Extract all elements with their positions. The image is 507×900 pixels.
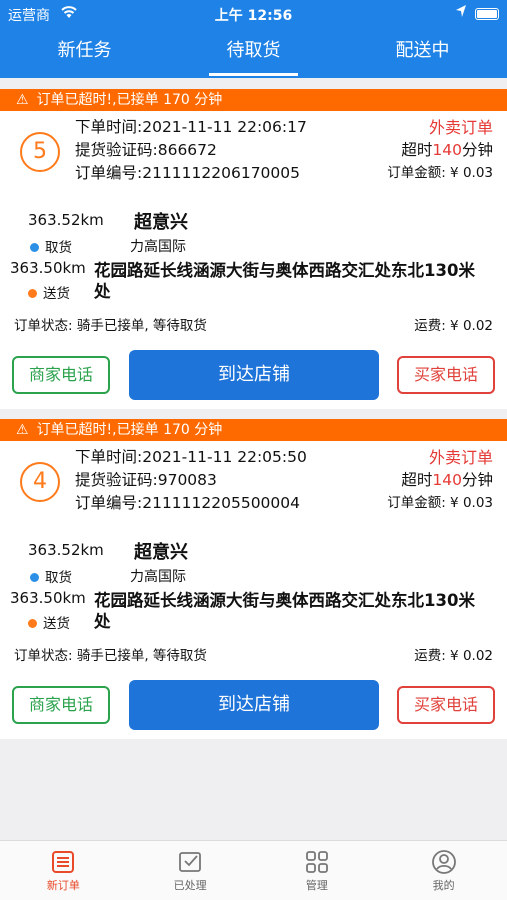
- nav-label: 我的: [432, 879, 455, 892]
- pickup-code: 提货验证码:970083: [75, 471, 217, 489]
- pickup-dot-icon: [30, 243, 39, 252]
- order-status: 订单状态: 骑手已接单, 等待取货: [14, 318, 207, 334]
- nav-manage[interactable]: 管理: [254, 841, 381, 900]
- order-amount: 订单金额: ¥ 0.03: [387, 165, 493, 181]
- deliver-distance: 363.50km: [10, 589, 86, 607]
- tab-pending-pickup[interactable]: 待取货: [169, 28, 338, 78]
- arrive-store-button[interactable]: 到达店铺: [129, 350, 379, 400]
- pickup-code: 提货验证码:866672: [75, 141, 217, 159]
- arrive-store-button[interactable]: 到达店铺: [129, 680, 379, 730]
- order-card: ⚠ 订单已超时!,已接单 170 分钟 4 下单时间:2021-11-11 22:…: [0, 419, 507, 739]
- alert-text: 订单已超时!,已接单 170 分钟: [36, 92, 223, 108]
- overtime-alert: ⚠ 订单已超时!,已接单 170 分钟: [0, 419, 507, 441]
- buyer-phone-button[interactable]: 买家电话: [397, 356, 495, 394]
- nav-mine[interactable]: 我的: [380, 841, 507, 900]
- location-arrow-icon: [455, 4, 467, 22]
- deliver-address: 花园路延长线涵源大街与奥体西路交汇处东北130米处: [94, 261, 475, 301]
- nav-label: 管理: [305, 879, 328, 892]
- pickup-place: 力高国际: [130, 569, 186, 585]
- pickup-tag: 取货: [30, 566, 72, 586]
- order-info: 下单时间:2021-11-11 22:05:50 提货验证码:970083 订单…: [75, 446, 307, 515]
- order-amount: 订单金额: ¥ 0.03: [387, 495, 493, 511]
- order-summary: 外卖订单 超时140分钟 订单金额: ¥ 0.03: [387, 446, 493, 515]
- nav-processed[interactable]: 已处理: [127, 841, 254, 900]
- shop-name: 超意兴: [134, 542, 188, 563]
- overtime-info: 超时140分钟: [401, 471, 493, 489]
- nav-new-orders[interactable]: 新订单: [0, 841, 127, 900]
- deliver-distance: 363.50km: [10, 259, 86, 277]
- merchant-phone-button[interactable]: 商家电话: [12, 356, 110, 394]
- deliver-tag: 送货: [28, 612, 70, 632]
- status-bar: 运营商 上午 12:56: [0, 0, 507, 28]
- pickup-dot-icon: [30, 573, 39, 582]
- pickup-distance: 363.52km: [28, 211, 104, 229]
- deliver-dot-icon: [28, 289, 37, 298]
- order-time: 下单时间:2021-11-11 22:05:50: [75, 448, 307, 466]
- bottom-nav: 新订单 已处理 管理 我的: [0, 840, 507, 900]
- order-status: 订单状态: 骑手已接单, 等待取货: [14, 648, 207, 664]
- order-number: 订单编号:2111112206170005: [75, 164, 301, 182]
- warning-icon: ⚠: [16, 92, 29, 108]
- order-time: 下单时间:2021-11-11 22:06:17: [75, 118, 307, 136]
- list-icon: [50, 849, 76, 875]
- check-box-icon: [177, 849, 203, 875]
- order-summary: 外卖订单 超时140分钟 订单金额: ¥ 0.03: [387, 116, 493, 185]
- clock: 上午 12:56: [214, 8, 293, 24]
- merchant-phone-button[interactable]: 商家电话: [12, 686, 110, 724]
- delivery-fee: 运费: ¥ 0.02: [414, 648, 493, 664]
- deliver-tag: 送货: [28, 282, 70, 302]
- order-type: 外卖订单: [428, 118, 493, 137]
- nav-label: 已处理: [173, 879, 207, 892]
- user-icon: [431, 849, 457, 875]
- grid-icon: [304, 849, 330, 875]
- order-sequence-badge: 5: [20, 132, 60, 172]
- tab-bar: 新任务 待取货 配送中: [0, 28, 507, 78]
- pickup-distance: 363.52km: [28, 541, 104, 559]
- overtime-info: 超时140分钟: [401, 141, 493, 159]
- pickup-place: 力高国际: [130, 239, 186, 255]
- overtime-alert: ⚠ 订单已超时!,已接单 170 分钟: [0, 89, 507, 111]
- nav-label: 新订单: [46, 879, 80, 892]
- warning-icon: ⚠: [16, 422, 29, 438]
- order-info: 下单时间:2021-11-11 22:06:17 提货验证码:866672 订单…: [75, 116, 307, 185]
- order-sequence-badge: 4: [20, 462, 60, 502]
- order-number: 订单编号:2111112205500004: [75, 494, 301, 512]
- alert-text: 订单已超时!,已接单 170 分钟: [36, 422, 223, 438]
- shop-name: 超意兴: [134, 212, 188, 233]
- tab-new-task[interactable]: 新任务: [0, 28, 169, 78]
- tab-delivering[interactable]: 配送中: [338, 28, 507, 78]
- order-card: ⚠ 订单已超时!,已接单 170 分钟 5 下单时间:2021-11-11 22:…: [0, 89, 507, 409]
- deliver-dot-icon: [28, 619, 37, 628]
- order-type: 外卖订单: [428, 448, 493, 467]
- deliver-address: 花园路延长线涵源大街与奥体西路交汇处东北130米处: [94, 591, 475, 631]
- delivery-fee: 运费: ¥ 0.02: [414, 318, 493, 334]
- battery-icon: [475, 8, 499, 20]
- buyer-phone-button[interactable]: 买家电话: [397, 686, 495, 724]
- pickup-tag: 取货: [30, 236, 72, 256]
